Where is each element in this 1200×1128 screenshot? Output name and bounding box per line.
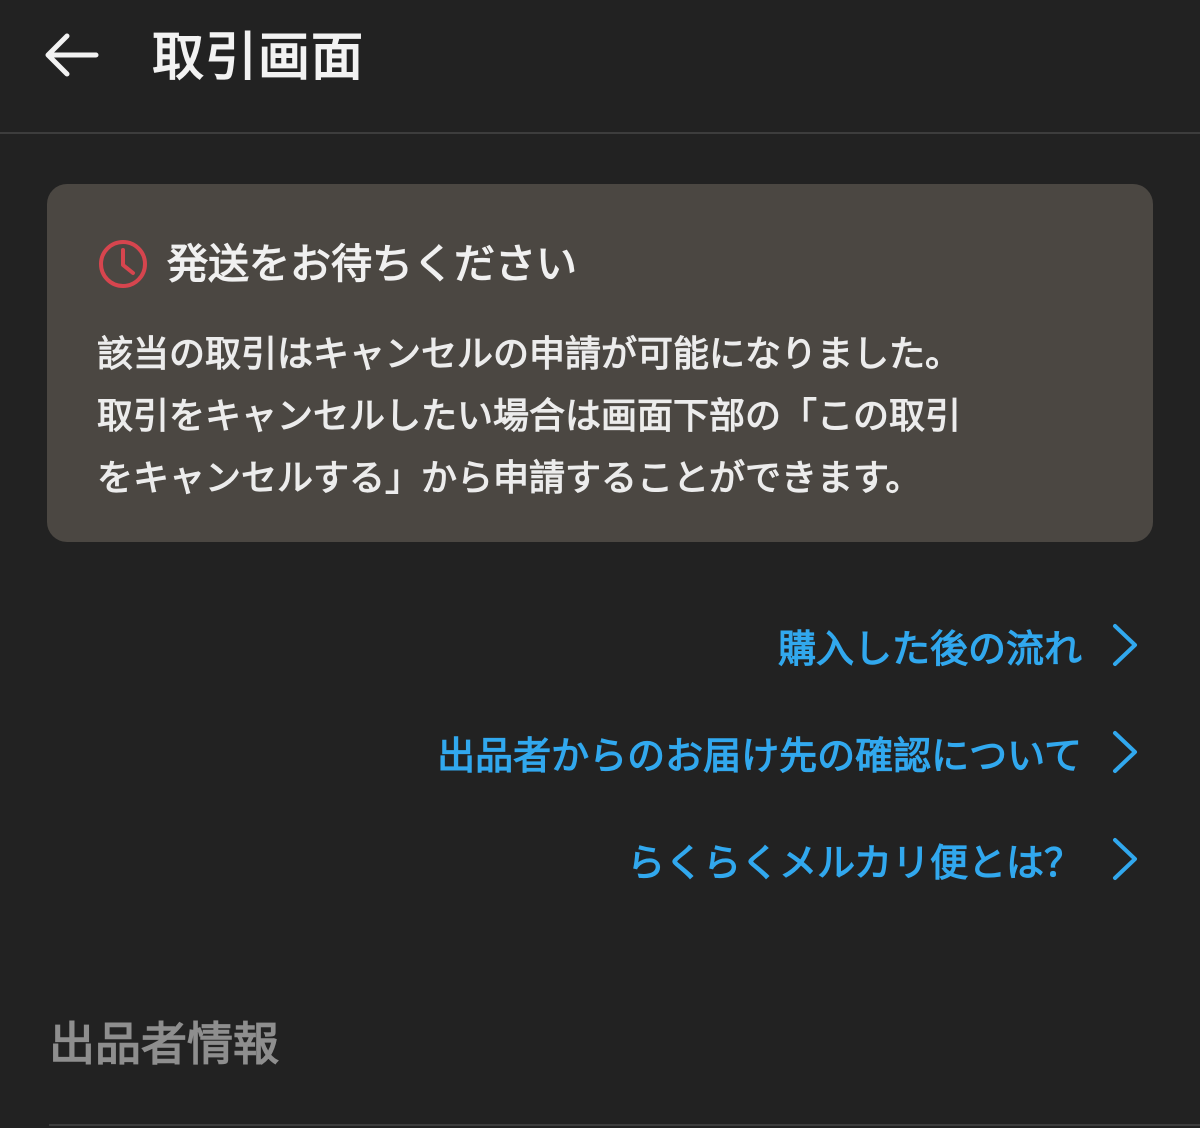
- chevron-right-icon: [1108, 620, 1142, 670]
- link-after-purchase-flow[interactable]: 購入した後の流れ: [437, 612, 1142, 678]
- cancel-notice-card: 発送をお待ちください 該当の取引はキャンセルの申請が可能になりました。 取引をキ…: [47, 184, 1153, 542]
- link-label: 出品者からのお届け先の確認について: [437, 733, 1082, 778]
- notice-message: 該当の取引はキャンセルの申請が可能になりました。 取引をキャンセルしたい場合は画…: [97, 324, 1107, 510]
- link-label: 購入した後の流れ: [777, 626, 1082, 671]
- chevron-right-icon: [1108, 727, 1142, 777]
- arrow-left-icon: [45, 33, 99, 77]
- link-seller-address-check[interactable]: 出品者からのお届け先の確認について: [437, 719, 1142, 785]
- notice-line: 取引をキャンセルしたい場合は画面下部の「この取引: [97, 396, 962, 437]
- section-divider: [49, 1124, 1200, 1126]
- notice-line: 該当の取引はキャンセルの申請が可能になりました。: [97, 334, 962, 375]
- notice-line: をキャンセルする」から申請することができます。: [97, 458, 922, 499]
- clock-icon: [99, 240, 147, 288]
- link-label: らくらくメルカリ便とは？: [627, 840, 1082, 885]
- seller-info-heading: 出品者情報: [49, 1017, 279, 1071]
- help-links: 購入した後の流れ 出品者からのお届け先の確認について らくらくメルカリ便とは？: [437, 612, 1142, 933]
- notice-title: 発送をお待ちください: [167, 240, 577, 288]
- transaction-screen: 取引画面 発送をお待ちください 該当の取引はキャンセルの申請が可能になりました。…: [0, 0, 1200, 1128]
- app-header: 取引画面: [0, 0, 1200, 134]
- chevron-right-icon: [1108, 834, 1142, 884]
- page-title: 取引画面: [152, 28, 365, 88]
- back-button[interactable]: [36, 20, 106, 90]
- link-rakuraku-mercari-bin[interactable]: らくらくメルカリ便とは？: [437, 826, 1142, 892]
